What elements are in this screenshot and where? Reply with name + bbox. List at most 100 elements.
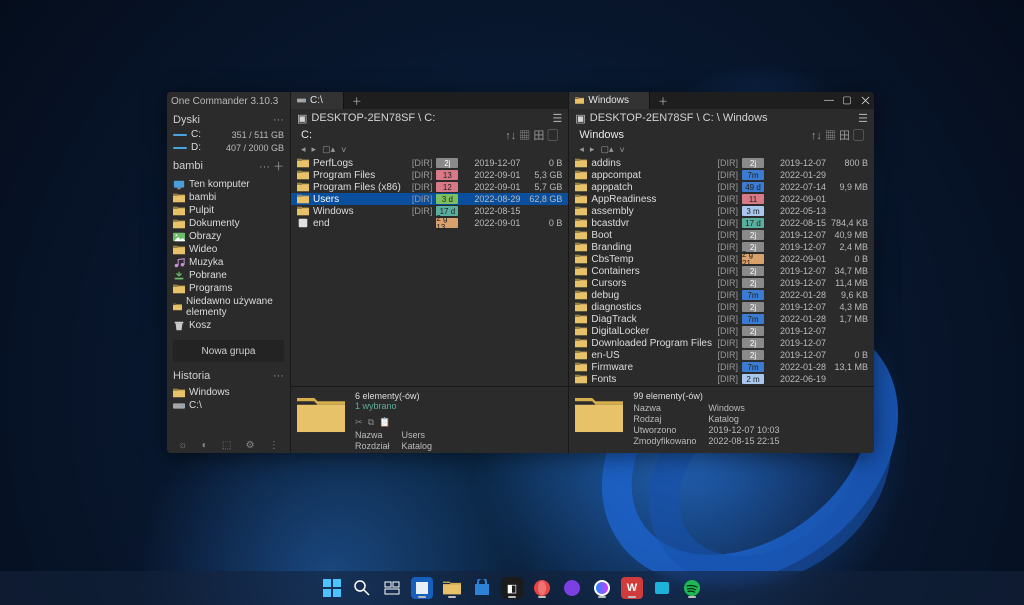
up-folder-icon[interactable]: ▣ (575, 112, 585, 125)
tab[interactable]: Windows (569, 92, 650, 109)
favorite-item[interactable]: Niedawno używane elementy (173, 295, 284, 319)
sidebar-status-icons: ☼ ◐ ⬚ ⚙ ⋮ (167, 438, 290, 453)
file-row[interactable]: CbsTemp[DIR]2 g 212022-09-010 B (569, 253, 874, 265)
file-row[interactable]: Users[DIR]3 d2022-08-2962,8 GB (291, 193, 568, 205)
file-row[interactable]: apppatch[DIR]49 d2022-07-149,9 MB (569, 181, 874, 193)
disks-header: Dyski (173, 114, 200, 126)
cut-icon[interactable]: ✂ (355, 417, 363, 428)
nav-up-icon[interactable]: ▢▴ (600, 144, 613, 155)
search-icon[interactable] (351, 577, 373, 599)
file-row[interactable]: DigitalLocker[DIR]2j2019-12-07 (569, 325, 874, 337)
favorite-item[interactable]: Programs (173, 282, 284, 295)
favorite-item[interactable]: Obrazy (173, 230, 284, 243)
item-count: 6 elementy(-ów) (355, 391, 444, 401)
paste-icon[interactable]: 📋 (379, 417, 390, 428)
favorite-item[interactable]: Pulpit (173, 204, 284, 217)
file-row[interactable]: appcompat[DIR]7m2022-01-29 (569, 169, 874, 181)
history-item[interactable]: Windows (173, 386, 284, 399)
history-item[interactable]: C:\ (173, 399, 284, 412)
favorite-item[interactable]: Kosz (173, 319, 284, 332)
tab-label: C:\ (310, 95, 323, 106)
file-row[interactable]: Program Files[DIR]132022-09-015,3 GB (291, 169, 568, 181)
sort-controls[interactable]: ↑↓ ▦ 田 ▢ (505, 127, 558, 143)
folder-thumb-icon (297, 395, 345, 435)
nav-fwd-icon[interactable]: ▸ (590, 144, 595, 155)
maximize-button[interactable]: ▢ (838, 92, 856, 109)
path-line[interactable]: Windows (579, 129, 624, 141)
file-row[interactable]: end2 g 132022-09-010 B (291, 217, 568, 229)
messenger-icon[interactable] (591, 577, 613, 599)
file-row[interactable]: diagnostics[DIR]2j2019-12-074,3 MB (569, 301, 874, 313)
favorites-header: bambi (173, 160, 203, 172)
start-button[interactable] (321, 577, 343, 599)
file-row[interactable]: Firmware[DIR]7m2022-01-2813,1 MB (569, 361, 874, 373)
new-tab-button[interactable]: ＋ (656, 94, 670, 108)
nav-back-icon[interactable]: ◂ (579, 144, 584, 155)
taskbar-app-icon[interactable] (651, 577, 673, 599)
status-icon[interactable]: ☼ (178, 440, 187, 451)
opera-icon[interactable] (531, 577, 553, 599)
new-group-button[interactable]: Nowa grupa (173, 340, 284, 362)
file-row[interactable]: assembly[DIR]3 m2022-05-13 (569, 205, 874, 217)
file-row[interactable]: Boot[DIR]2j2019-12-0740,9 MB (569, 229, 874, 241)
file-list[interactable]: PerfLogs[DIR]2j2019-12-070 BProgram File… (291, 157, 568, 386)
favorites-more-icon[interactable]: ··· (259, 161, 270, 173)
store-icon[interactable] (471, 577, 493, 599)
file-row[interactable]: Containers[DIR]2j2019-12-0734,7 MB (569, 265, 874, 277)
up-folder-icon[interactable]: ▣ (297, 112, 307, 125)
nav-back-icon[interactable]: ◂ (301, 144, 306, 155)
file-row[interactable]: debug[DIR]7m2022-01-289,6 KB (569, 289, 874, 301)
favorite-item[interactable]: Pobrane (173, 269, 284, 282)
disks-more-icon[interactable]: ··· (273, 114, 284, 126)
file-list[interactable]: addins[DIR]2j2019-12-07800 Bappcompat[DI… (569, 157, 874, 386)
file-row[interactable]: en-US[DIR]2j2019-12-070 B (569, 349, 874, 361)
history-more-icon[interactable]: ··· (273, 370, 284, 382)
favorite-item[interactable]: Muzyka (173, 256, 284, 269)
view-icon[interactable]: ☰ (553, 112, 563, 125)
file-row[interactable]: DiagTrack[DIR]7m2022-01-281,7 MB (569, 313, 874, 325)
status-icon[interactable]: ⬚ (222, 440, 231, 451)
file-row[interactable]: PerfLogs[DIR]2j2019-12-070 B (291, 157, 568, 169)
close-button[interactable] (856, 92, 874, 109)
file-row[interactable]: Cursors[DIR]2j2019-12-0711,4 MB (569, 277, 874, 289)
favorite-item[interactable]: Ten komputer (173, 178, 284, 191)
breadcrumb[interactable]: DESKTOP-2EN78SF \ C: (311, 112, 550, 124)
taskbar-app-icon[interactable]: ◧ (501, 577, 523, 599)
minimize-button[interactable]: ― (820, 92, 838, 109)
favorite-item[interactable]: Wideo (173, 243, 284, 256)
taskbar-app-icon[interactable] (411, 577, 433, 599)
selected-count: 1 wybrano (355, 401, 444, 411)
explorer-icon[interactable] (441, 577, 463, 599)
drive-item[interactable]: D:407 / 2000 GB (167, 141, 290, 154)
view-icon[interactable]: ☰ (858, 112, 868, 125)
file-row[interactable]: AppReadiness[DIR]112022-09-01 (569, 193, 874, 205)
spotify-icon[interactable] (681, 577, 703, 599)
status-icon[interactable]: ◐ (202, 440, 208, 451)
file-row[interactable]: Downloaded Program Files[DIR]2j2019-12-0… (569, 337, 874, 349)
sort-controls[interactable]: ↑↓ ▦ 田 ▢ (811, 127, 864, 143)
file-row[interactable]: Branding[DIR]2j2019-12-072,4 MB (569, 241, 874, 253)
tab[interactable]: C:\ (291, 92, 344, 109)
status-icon[interactable]: ⋮ (269, 440, 279, 451)
nav-fwd-icon[interactable]: ▸ (312, 144, 317, 155)
status-icon[interactable]: ⚙ (246, 440, 255, 451)
commander-window: One Commander 3.10.3 Dyski··· C:351 / 51… (167, 92, 874, 453)
favorite-item[interactable]: bambi (173, 191, 284, 204)
favorite-item[interactable]: Dokumenty (173, 217, 284, 230)
nav-up-icon[interactable]: ▢▴ (322, 144, 335, 155)
taskbar-app-icon[interactable] (561, 577, 583, 599)
taskbar-app-icon[interactable]: W (621, 577, 643, 599)
file-row[interactable]: addins[DIR]2j2019-12-07800 B (569, 157, 874, 169)
new-tab-button[interactable]: ＋ (350, 94, 364, 108)
task-view-icon[interactable] (381, 577, 403, 599)
copy-icon[interactable]: ⧉ (368, 417, 374, 428)
file-row[interactable]: Program Files (x86)[DIR]122022-09-015,7 … (291, 181, 568, 193)
item-count: 99 elementy(-ów) (633, 391, 791, 401)
file-row[interactable]: bcastdvr[DIR]17 d2022-08-15784,4 KB (569, 217, 874, 229)
file-row[interactable]: Windows[DIR]17 d2022-08-15 (291, 205, 568, 217)
file-row[interactable]: Fonts[DIR]2 m2022-06-19 (569, 373, 874, 385)
path-line[interactable]: C: (301, 129, 312, 141)
favorites-add-icon[interactable]: ＋ (273, 161, 284, 173)
drive-item[interactable]: C:351 / 511 GB (167, 128, 290, 141)
breadcrumb[interactable]: DESKTOP-2EN78SF \ C: \ Windows (590, 112, 856, 124)
